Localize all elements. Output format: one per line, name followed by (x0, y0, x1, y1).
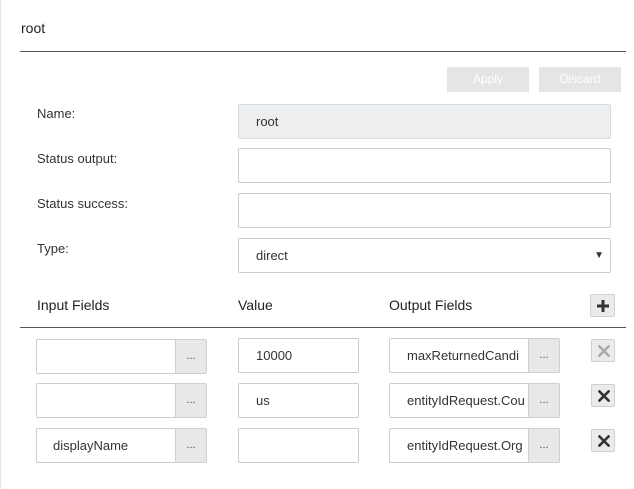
name-field: root (238, 104, 611, 139)
output-field[interactable]: entityIdRequest.Org (389, 428, 531, 463)
input-field[interactable] (36, 339, 177, 374)
output-fields-header: Output Fields (389, 297, 473, 313)
type-select-value: direct (256, 248, 288, 263)
type-label: Type: (37, 241, 69, 256)
status-output-field[interactable] (238, 148, 611, 183)
delete-row-button[interactable] (591, 429, 615, 452)
status-output-label: Status output: (37, 151, 118, 166)
input-field[interactable] (36, 383, 177, 418)
page-title: root (21, 20, 46, 36)
value-field[interactable] (238, 428, 359, 463)
status-success-field[interactable] (238, 193, 611, 228)
input-field[interactable]: displayName (36, 428, 177, 463)
apply-button[interactable]: Apply (447, 67, 529, 92)
input-browse-button[interactable]: ... (175, 383, 207, 418)
value-field[interactable]: 10000 (238, 338, 359, 373)
name-label: Name: (37, 106, 76, 121)
title-divider (20, 51, 626, 52)
left-border (0, 0, 1, 489)
input-browse-button[interactable]: ... (175, 339, 207, 374)
value-header: Value (238, 297, 273, 313)
delete-row-button[interactable] (591, 384, 615, 407)
output-field[interactable]: entityIdRequest.Cou (389, 383, 531, 418)
page: root Apply Discard Name: root Status out… (0, 0, 634, 489)
status-success-label: Status success: (37, 196, 129, 211)
caret-down-icon: ▼ (594, 250, 604, 261)
input-fields-header: Input Fields (37, 297, 110, 313)
add-row-button[interactable] (590, 294, 615, 317)
output-browse-button[interactable]: ... (528, 383, 560, 418)
close-icon (598, 435, 610, 447)
discard-button[interactable]: Discard (539, 67, 621, 92)
value-field[interactable]: us (238, 383, 359, 418)
delete-row-button[interactable] (591, 339, 615, 362)
output-browse-button[interactable]: ... (528, 338, 560, 373)
table-divider (20, 327, 626, 328)
input-browse-button[interactable]: ... (175, 428, 207, 463)
close-icon (598, 390, 610, 402)
close-icon (598, 345, 610, 357)
plus-icon (597, 300, 609, 312)
output-browse-button[interactable]: ... (528, 428, 560, 463)
output-field[interactable]: maxReturnedCandi (389, 338, 531, 373)
type-select[interactable]: direct ▼ (238, 238, 611, 273)
